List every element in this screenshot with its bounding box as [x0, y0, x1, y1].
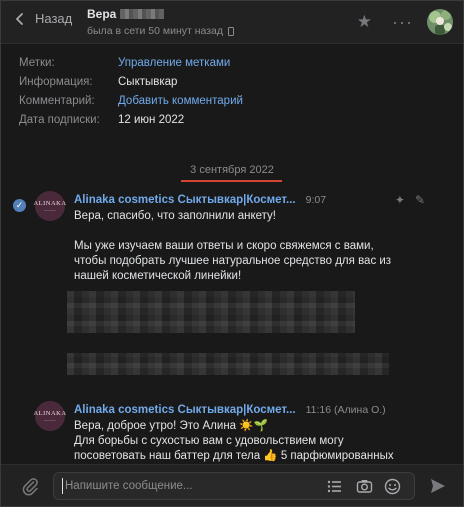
send-icon[interactable] — [429, 477, 447, 495]
message-text: Вера, спасибо, что заполнили анкету! Мы … — [74, 209, 404, 284]
message-line: Вера, доброе утро! Это Алина ☀️🌱 — [74, 420, 268, 432]
info-row-tags: Метки: Управление метками — [19, 53, 449, 72]
blurred-text-block — [67, 291, 355, 333]
info-row-information: Информация: Сыктывкар — [19, 72, 449, 91]
message-line: чтобы подобрать лучшее натуральное средс… — [74, 255, 392, 267]
manage-tags-link[interactable]: Управление метками — [118, 57, 230, 69]
info-label: Информация: — [19, 75, 93, 88]
checkmark-icon[interactable]: ✓ — [13, 199, 26, 212]
chat-window: Назад Вера была в сети 50 минут назад ★ … — [0, 0, 464, 507]
author-avatar[interactable]: ALINAKA ——— — [33, 191, 67, 221]
message-line: Для борьбы с сухостью вам с удовольствие… — [74, 435, 344, 447]
list-icon[interactable] — [326, 478, 343, 495]
message-line: Вера, спасибо, что заполнили анкету! — [74, 210, 277, 222]
message-line: Мы уже изучаем ваши ответы и скоро свяже… — [74, 240, 374, 252]
avatar-logo-text: ALINAKA — [33, 200, 67, 207]
info-value: Сыктывкар — [118, 75, 178, 88]
message-time: 11:16 (Алина О.) — [305, 404, 386, 416]
camera-icon[interactable] — [356, 478, 373, 495]
emoji-icon[interactable] — [384, 478, 401, 495]
back-label: Назад — [35, 11, 73, 26]
avatar-logo-line: ——— — [44, 418, 56, 422]
add-comment-link[interactable]: Добавить комментарий — [118, 95, 243, 107]
info-row-subscription-date: Дата подписки: 12 июн 2022 — [19, 110, 449, 129]
edit-icon[interactable]: ✎ — [415, 193, 425, 207]
message-field — [53, 472, 415, 500]
star-icon[interactable]: ★ — [357, 12, 372, 32]
avatar[interactable] — [427, 9, 453, 35]
blurred-text-block — [67, 353, 389, 375]
date-divider: 3 сентября 2022 — [190, 164, 274, 176]
sparkle-icon[interactable]: ✦ — [395, 193, 405, 207]
chevron-left-icon — [15, 12, 23, 25]
info-label: Метки: — [19, 56, 55, 69]
message-author[interactable]: Alinaka cosmetics Сыктывкар|Космет... — [74, 404, 296, 416]
online-status: была в сети 50 минут назад — [87, 25, 224, 37]
message-time: 9:07 — [305, 194, 327, 206]
contact-info: Метки: Управление метками Информация: Сы… — [19, 53, 449, 129]
message-line: нашей косметической линейки! — [74, 270, 242, 282]
message-author[interactable]: Alinaka cosmetics Сыктывкар|Космет... — [74, 194, 296, 206]
more-icon[interactable]: ··· — [392, 13, 413, 31]
message-composer — [1, 464, 463, 506]
back-button[interactable]: Назад — [13, 11, 72, 26]
message-line: посоветовать наш баттер для тела 👍 5 пар… — [74, 450, 394, 462]
avatar-logo-text: ALINAKA — [33, 410, 67, 417]
info-label: Дата подписки: — [19, 113, 100, 126]
message-input[interactable] — [62, 478, 312, 494]
chat-title[interactable]: Вера была в сети 50 минут назад — [87, 7, 235, 37]
author-avatar[interactable]: ALINAKA ——— — [33, 401, 67, 431]
date-underline — [181, 180, 282, 182]
contact-name: Вера — [87, 7, 117, 21]
info-label: Комментарий: — [19, 94, 95, 107]
mobile-icon — [228, 26, 235, 36]
avatar-image — [427, 9, 453, 35]
info-row-comment: Комментарий: Добавить комментарий — [19, 91, 449, 110]
avatar-logo-line: ——— — [44, 208, 56, 212]
paperclip-icon[interactable] — [21, 476, 39, 496]
message-text: Вера, доброе утро! Это Алина ☀️🌱 Для бор… — [74, 419, 404, 464]
blurred-surname — [120, 9, 165, 19]
info-value: 12 июн 2022 — [118, 113, 185, 126]
chat-header: Назад Вера была в сети 50 минут назад ★ … — [1, 1, 463, 44]
